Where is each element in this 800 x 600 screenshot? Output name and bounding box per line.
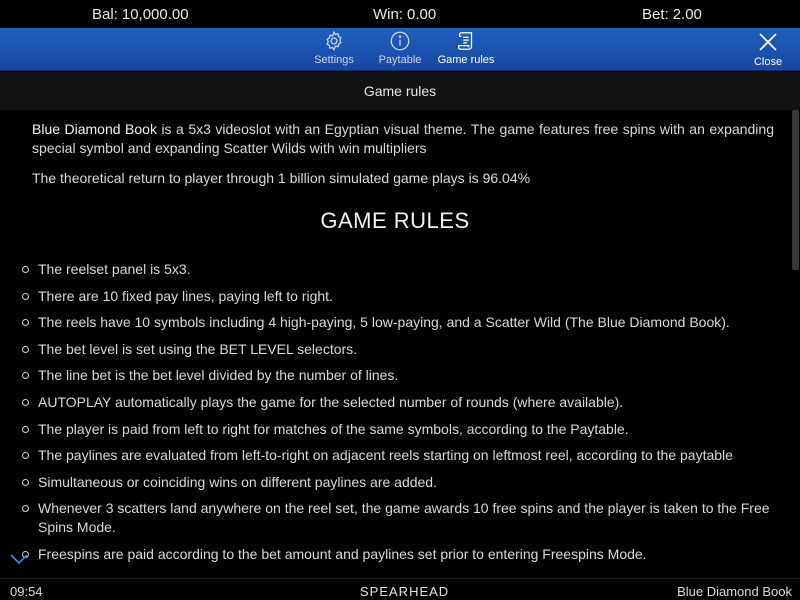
bet-label: Bet: bbox=[642, 5, 669, 23]
rule-text: The reels have 10 symbols including 4 hi… bbox=[38, 314, 730, 331]
list-item: There are 10 fixed pay lines, paying lef… bbox=[20, 287, 772, 306]
list-item: The line bet is the bet level divided by… bbox=[20, 366, 772, 385]
rule-text: The bet level is set using the BET LEVEL… bbox=[38, 340, 358, 357]
rule-text: Freespins are paid according to the bet … bbox=[38, 545, 647, 562]
rule-text: The player is paid from left to right fo… bbox=[38, 420, 629, 437]
list-item: Whenever 3 scatters land anywhere on the… bbox=[20, 499, 772, 537]
rule-text: The paylines are evaluated from left-to-… bbox=[38, 447, 733, 464]
win-value: 0.00 bbox=[407, 5, 437, 23]
bet-value: 2.00 bbox=[672, 5, 702, 23]
rules-heading: GAME RULES bbox=[320, 208, 470, 233]
list-item: The player is paid from left to right fo… bbox=[20, 420, 772, 439]
bullet-icon bbox=[22, 292, 29, 300]
list-item: The paylines are evaluated from left-to-… bbox=[20, 446, 772, 465]
game-rules-button[interactable]: Game rules bbox=[436, 28, 496, 71]
status-bar: Bal: 10,000.00 Win: 0.00 Bet: 2.00 bbox=[0, 0, 800, 28]
list-item: Simultaneous or coinciding wins on diffe… bbox=[20, 473, 772, 492]
section-title: Game rules bbox=[363, 83, 437, 99]
close-button[interactable]: Close bbox=[748, 28, 788, 71]
bullet-icon bbox=[22, 505, 29, 513]
footer-bar: 09:54 SPEARHEAD Blue Diamond Book bbox=[0, 578, 800, 600]
list-item: The reels have 10 symbols including 4 hi… bbox=[20, 313, 772, 332]
rtp-text: The theoretical return to player through… bbox=[32, 170, 531, 186]
bullet-icon bbox=[22, 372, 29, 380]
list-item: The reelset panel is 5x3. bbox=[20, 260, 772, 279]
content-scrollbar[interactable] bbox=[790, 110, 800, 578]
rule-text: There are 10 fixed pay lines, paying lef… bbox=[38, 287, 333, 304]
paytable-button[interactable]: Paytable bbox=[378, 28, 422, 71]
list-item: AUTOPLAY automatically plays the game fo… bbox=[20, 393, 772, 412]
list-item: Freespins are paid according to the bet … bbox=[20, 545, 772, 564]
bullet-icon bbox=[22, 425, 29, 433]
rule-text: The line bet is the bet level divided by… bbox=[38, 367, 399, 384]
intro-paragraph: Blue Diamond Book is a 5x3 videoslot wit… bbox=[32, 120, 774, 158]
close-icon bbox=[759, 33, 777, 51]
rules-content[interactable]: Blue Diamond Book is a 5x3 videoslot wit… bbox=[0, 110, 790, 578]
paytable-label: Paytable bbox=[378, 54, 422, 66]
clock: 09:54 bbox=[10, 584, 43, 599]
settings-label: Settings bbox=[314, 54, 354, 66]
bet-display: Bet: 2.00 bbox=[642, 6, 702, 23]
bullet-icon bbox=[22, 478, 29, 486]
bullet-icon bbox=[22, 266, 29, 273]
section-title-bar: Game rules bbox=[0, 72, 800, 110]
rule-text: The reelset panel is 5x3. bbox=[38, 261, 191, 277]
game-rules-label: Game rules bbox=[437, 54, 495, 66]
chevron-down-icon[interactable] bbox=[9, 552, 29, 566]
balance-value: 10,000.00 bbox=[121, 5, 189, 23]
brand-logo: SPEARHEAD bbox=[360, 584, 450, 599]
rule-text: AUTOPLAY automatically plays the game fo… bbox=[38, 393, 624, 410]
close-label: Close bbox=[753, 56, 783, 68]
bullet-icon bbox=[22, 345, 29, 353]
info-icon bbox=[390, 31, 410, 51]
footer-game-name: Blue Diamond Book bbox=[677, 584, 792, 599]
scroll-document-icon bbox=[458, 32, 473, 50]
list-item: The bet level is set using the BET LEVEL… bbox=[20, 340, 772, 359]
scrollbar-thumb[interactable] bbox=[792, 110, 799, 270]
win-label: Win: bbox=[373, 5, 403, 23]
rule-text: Simultaneous or coinciding wins on diffe… bbox=[38, 473, 437, 490]
rule-text: Whenever 3 scatters land anywhere on the… bbox=[38, 500, 770, 536]
gear-icon bbox=[326, 30, 342, 52]
settings-button[interactable]: Settings bbox=[312, 28, 356, 71]
win-display: Win: 0.00 bbox=[373, 6, 436, 23]
balance-display: Bal: 10,000.00 bbox=[92, 6, 189, 23]
intro-game-name: Blue Diamond Book bbox=[32, 121, 157, 137]
bullet-icon bbox=[22, 319, 29, 327]
bullet-icon bbox=[22, 398, 29, 406]
balance-label: Bal: bbox=[92, 5, 118, 23]
rules-list: The reelset panel is 5x3. There are 10 f… bbox=[20, 260, 772, 572]
bullet-icon bbox=[22, 452, 29, 460]
menu-toolbar: Settings Paytable Game rules Close bbox=[0, 28, 800, 71]
